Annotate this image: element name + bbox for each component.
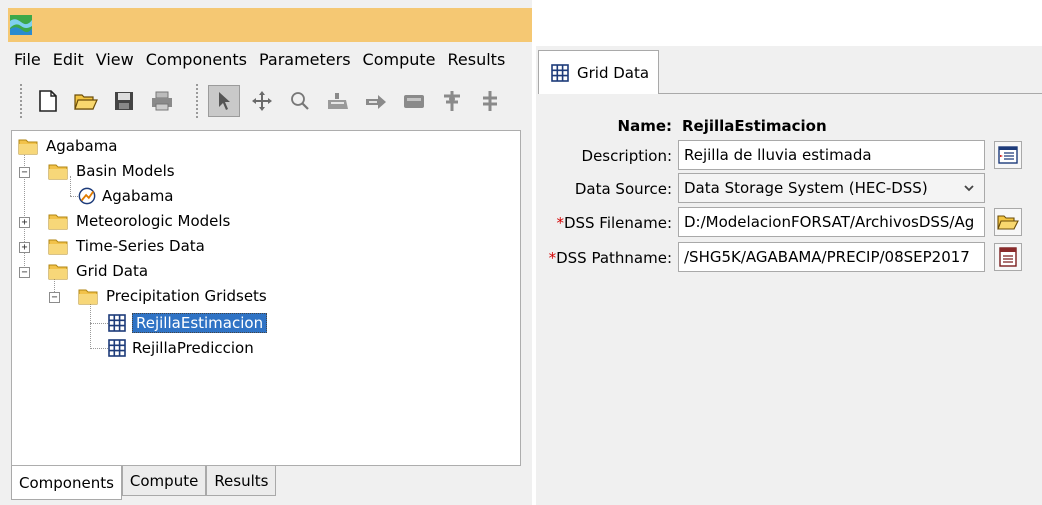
tab-grid-data[interactable]: Grid Data — [538, 50, 659, 94]
menu-edit[interactable]: Edit — [47, 50, 90, 69]
tree-node-time-series-data[interactable]: Time-Series Data — [48, 234, 205, 258]
folder-icon — [48, 164, 68, 179]
tree-node-label: Basin Models — [76, 162, 175, 180]
menu-results[interactable]: Results — [442, 50, 512, 69]
tree-node-basin-models[interactable]: Basin Models — [48, 159, 175, 183]
add-diversion-icon[interactable] — [474, 85, 506, 117]
grid-icon — [108, 339, 126, 357]
expand-toggle-icon[interactable]: + — [19, 242, 30, 253]
dss-pathname-label-text: DSS Pathname: — [556, 249, 672, 267]
menu-compute[interactable]: Compute — [357, 50, 442, 69]
tab-components[interactable]: Components — [11, 466, 122, 500]
record-list-icon — [999, 247, 1017, 267]
app-logo-icon — [10, 15, 32, 35]
tree-node-rejilla-estimacion[interactable]: RejillaEstimacion — [108, 311, 268, 335]
main-window: File Edit View Components Parameters Com… — [0, 0, 532, 505]
tree-connector — [90, 301, 91, 349]
data-source-label: Data Source: — [574, 180, 672, 198]
toolbar-grip-2[interactable] — [196, 84, 202, 118]
collapse-toggle-icon[interactable]: − — [19, 267, 30, 278]
add-reservoir-icon[interactable] — [398, 85, 430, 117]
tree-connector — [90, 323, 108, 324]
required-mark: * — [556, 214, 564, 232]
dss-pathname-field[interactable]: /SHG5K/AGABAMA/PRECIP/08SEP2017 — [678, 242, 985, 272]
tree-node-root[interactable]: Agabama — [18, 134, 118, 158]
title-bar — [8, 8, 532, 42]
collapse-toggle-icon[interactable]: − — [49, 292, 60, 303]
menu-components[interactable]: Components — [140, 50, 253, 69]
tree-node-precipitation-gridsets[interactable]: Precipitation Gridsets — [78, 284, 267, 308]
tree-node-label: Precipitation Gridsets — [106, 287, 267, 305]
description-field[interactable]: Rejilla de lluvia estimada — [678, 140, 985, 170]
select-pathname-button[interactable] — [994, 243, 1022, 271]
open-folder-icon — [997, 215, 1019, 230]
tree-node-label: Agabama — [102, 187, 174, 205]
folder-icon — [48, 214, 68, 229]
tree-node-basin-model-agabama[interactable]: Agabama — [78, 184, 174, 208]
collapse-toggle-icon[interactable]: − — [19, 167, 30, 178]
dss-filename-label: *DSS Filename: — [556, 214, 672, 232]
add-subbasin-icon[interactable] — [322, 85, 354, 117]
dss-pathname-value: /SHG5K/AGABAMA/PRECIP/08SEP2017 — [684, 248, 970, 266]
tab-results[interactable]: Results — [206, 466, 277, 496]
tree-node-meteorologic-models[interactable]: Meteorologic Models — [48, 209, 230, 233]
tree-connector — [70, 196, 78, 197]
tab-label: Grid Data — [577, 63, 650, 82]
save-icon[interactable] — [108, 85, 140, 117]
name-label: Name: — [617, 117, 672, 135]
tab-compute[interactable]: Compute — [121, 466, 207, 496]
data-source-select[interactable]: Data Storage System (HEC-DSS) — [678, 173, 985, 203]
tree-node-label: Agabama — [46, 137, 118, 155]
tree-node-label: RejillaPrediccion — [132, 339, 254, 357]
folder-icon — [48, 264, 68, 279]
browse-file-button[interactable] — [994, 208, 1022, 236]
description-label: Description: — [581, 147, 672, 165]
toolbar-grip[interactable] — [20, 84, 26, 118]
select-arrow-icon[interactable] — [208, 85, 240, 117]
dss-filename-field[interactable]: D:/ModelacionFORSAT/ArchivosDSS/Ag — [678, 207, 985, 237]
zoom-icon[interactable] — [284, 85, 316, 117]
basin-model-icon — [78, 187, 96, 205]
add-junction-icon[interactable] — [436, 85, 468, 117]
tree-node-rejilla-prediccion[interactable]: RejillaPrediccion — [108, 336, 254, 360]
pan-icon[interactable] — [246, 85, 278, 117]
data-source-value: Data Storage System (HEC-DSS) — [684, 179, 928, 197]
watershed-explorer-tree[interactable]: Agabama − Basin Models Agabama + Meteoro… — [11, 130, 521, 466]
required-mark: * — [548, 249, 557, 267]
dss-filename-label-text: DSS Filename: — [563, 214, 672, 232]
text-editor-icon — [998, 146, 1018, 164]
tree-node-label: RejillaEstimacion — [132, 313, 268, 333]
dss-pathname-label: *DSS Pathname: — [549, 249, 672, 267]
dss-filename-value: D:/ModelacionFORSAT/ArchivosDSS/Ag — [684, 213, 975, 231]
menu-bar: File Edit View Components Parameters Com… — [8, 44, 532, 74]
tree-node-label: Time-Series Data — [76, 237, 205, 255]
menu-file[interactable]: File — [8, 50, 47, 69]
tree-connector — [90, 348, 108, 349]
new-file-icon[interactable] — [32, 85, 64, 117]
description-editor-button[interactable] — [994, 141, 1022, 169]
toolbar — [8, 78, 532, 124]
folder-icon — [48, 239, 68, 254]
expand-toggle-icon[interactable]: + — [19, 217, 30, 228]
component-editor: Grid Data Name: RejillaEstimacion Descri… — [536, 46, 1042, 505]
chevron-down-icon — [964, 185, 974, 192]
folder-icon — [18, 139, 38, 154]
tab-divider — [659, 93, 1042, 94]
grid-icon — [108, 314, 126, 332]
folder-icon — [78, 289, 98, 304]
tree-node-grid-data[interactable]: Grid Data — [48, 259, 148, 283]
open-folder-icon[interactable] — [70, 85, 102, 117]
description-value: Rejilla de lluvia estimada — [684, 146, 872, 164]
menu-parameters[interactable]: Parameters — [253, 50, 357, 69]
tree-node-label: Grid Data — [76, 262, 149, 280]
name-value: RejillaEstimacion — [682, 117, 827, 135]
explorer-tabs: Components Compute Results — [11, 466, 277, 500]
menu-view[interactable]: View — [90, 50, 140, 69]
add-reach-icon[interactable] — [360, 85, 392, 117]
print-icon[interactable] — [146, 85, 178, 117]
grid-icon — [551, 63, 569, 82]
tree-node-label: Meteorologic Models — [76, 212, 231, 230]
